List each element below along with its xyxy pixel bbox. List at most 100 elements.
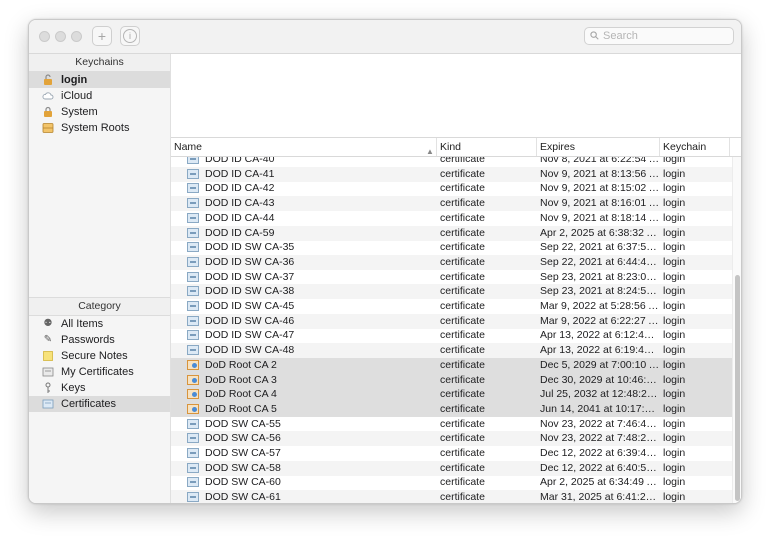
cell-keychain: login — [663, 417, 686, 430]
keychain-system-label: System — [61, 106, 98, 118]
category-certificates-label: Certificates — [61, 398, 117, 410]
cell-name: DOD ID CA-41 — [205, 167, 275, 180]
cell-name: DOD ID CA-44 — [205, 211, 275, 224]
root-certificate-icon — [187, 389, 199, 400]
cell-keychain: login — [663, 226, 686, 239]
add-item-button[interactable]: + — [92, 26, 112, 46]
cell-keychain: login — [663, 314, 686, 327]
table-row[interactable]: DOD ID CA-44 certificate Nov 9, 2021 at 8:… — [171, 211, 732, 226]
cell-kind: certificate — [440, 358, 485, 371]
cell-keychain: login — [663, 197, 686, 210]
table-row[interactable]: DoD Root CA 3 certificate Dec 30, 2029 at … — [171, 372, 732, 388]
minimize-window-button[interactable] — [55, 31, 66, 42]
certificate-icon — [187, 157, 199, 164]
table-row[interactable]: DOD ID CA-43 certificate Nov 9, 2021 at 8:… — [171, 196, 732, 212]
get-info-button[interactable]: i — [120, 26, 140, 46]
table-row[interactable]: DOD ID SW CA-35 certificate Sep 22, 2021 a… — [171, 240, 732, 255]
my-certificate-icon — [42, 366, 54, 378]
root-certificate-icon — [187, 374, 199, 385]
keychain-system-roots[interactable]: System Roots — [29, 120, 170, 136]
table-row[interactable]: DOD SW CA-57 certificate Dec 12, 2022 at 6… — [171, 446, 732, 461]
table-row[interactable]: DOD SW CA-55 certificate Nov 23, 2022 at 7… — [171, 417, 732, 432]
table-row[interactable]: DOD ID SW CA-38 certificate Sep 23, 2021 a… — [171, 284, 732, 300]
table-row[interactable]: DOD ID SW CA-46 certificate Mar 9, 2022 at… — [171, 313, 732, 329]
scrollbar-thumb[interactable] — [735, 275, 740, 501]
cell-kind: certificate — [440, 300, 485, 312]
category-secure-notes[interactable]: Secure Notes — [29, 348, 170, 364]
category-keys[interactable]: Keys — [29, 380, 170, 396]
cell-kind: certificate — [440, 197, 485, 210]
cell-keychain: login — [663, 157, 686, 165]
sidebar: Keychains login iCloud System System Roo… — [29, 54, 171, 503]
certificate-icon — [187, 330, 199, 341]
cell-expires: Sep 22, 2021 at 6:37:50... — [540, 241, 660, 254]
cell-name: DOD ID CA-59 — [205, 226, 275, 239]
table-row[interactable]: DOD ID SW CA-36 certificate Sep 22, 2021 a… — [171, 254, 732, 270]
table-row[interactable]: DOD ID CA-59 certificate Apr 2, 2025 at 6:… — [171, 225, 732, 241]
cell-kind: certificate — [440, 255, 485, 268]
keychain-login[interactable]: login — [29, 72, 170, 88]
item-detail-pane — [171, 54, 741, 138]
column-header-keychain[interactable]: Keychain — [660, 138, 730, 156]
certificate-icon — [187, 492, 199, 503]
keychain-system[interactable]: System — [29, 104, 170, 120]
cell-expires: Mar 9, 2022 at 6:22:27 AM — [540, 314, 660, 327]
cell-expires: Nov 9, 2021 at 8:16:01 AM — [540, 197, 660, 210]
cell-expires: Mar 9, 2022 at 5:28:56 AM — [540, 300, 660, 312]
cell-name: DOD ID CA-43 — [205, 197, 275, 210]
search-input[interactable] — [603, 28, 731, 44]
certificate-icon — [187, 301, 199, 311]
table-row[interactable]: DOD SW CA-58 certificate Dec 12, 2022 at 6… — [171, 460, 732, 476]
table-row[interactable]: DOD SW CA-60 certificate Apr 2, 2025 at 6:… — [171, 475, 732, 490]
table-row[interactable]: DOD ID CA-42 certificate Nov 9, 2021 at 8:… — [171, 181, 732, 196]
note-icon — [42, 350, 54, 362]
certificate-icon — [187, 462, 199, 473]
cell-name: DOD ID SW CA-38 — [205, 285, 295, 298]
close-window-button[interactable] — [39, 31, 50, 42]
column-header-expires[interactable]: Expires — [537, 138, 660, 156]
column-header-name[interactable]: Name ▲ — [171, 138, 437, 156]
cell-name: DoD Root CA 5 — [205, 402, 277, 415]
table-row[interactable]: DOD ID SW CA-48 certificate Apr 13, 2022 a… — [171, 343, 732, 359]
table-row[interactable]: DOD SW CA-56 certificate Nov 23, 2022 at 7… — [171, 431, 732, 447]
column-header-kind[interactable]: Kind — [437, 138, 537, 156]
table-row[interactable]: DOD ID SW CA-37 certificate Sep 23, 2021 a… — [171, 270, 732, 285]
lock-open-icon — [42, 74, 54, 86]
category-certificates[interactable]: Certificates — [29, 396, 170, 412]
cell-name: DOD SW CA-58 — [205, 461, 281, 474]
category-my-certificates[interactable]: My Certificates — [29, 364, 170, 380]
search-field[interactable] — [584, 27, 734, 45]
cell-expires: Sep 22, 2021 at 6:44:42... — [540, 255, 660, 268]
keychains-header: Keychains — [29, 54, 170, 72]
cell-kind: certificate — [440, 402, 485, 415]
category-passwords-label: Passwords — [61, 334, 115, 346]
vertical-scrollbar[interactable] — [732, 157, 741, 503]
cell-kind: certificate — [440, 344, 485, 357]
cell-kind: certificate — [440, 285, 485, 298]
table-row[interactable]: DoD Root CA 5 certificate Jun 14, 2041 at … — [171, 401, 732, 417]
cell-expires: Dec 30, 2029 at 10:46:41... — [540, 373, 660, 386]
zoom-window-button[interactable] — [71, 31, 82, 42]
cell-name: DOD ID SW CA-48 — [205, 344, 295, 357]
table-row[interactable]: DOD SW CA-61 certificate Mar 31, 2025 at 6… — [171, 490, 732, 503]
table-row[interactable]: DOD ID CA-40 certificate Nov 8, 2021 at 6:… — [171, 157, 732, 167]
items-list: Name ▲ Kind Expires Keychain DOD ID CA-4… — [171, 138, 741, 503]
keychain-icloud-label: iCloud — [61, 90, 93, 102]
keychain-icloud[interactable]: iCloud — [29, 88, 170, 104]
table-row[interactable]: DoD Root CA 4 certificate Jul 25, 2032 at … — [171, 387, 732, 403]
category-passwords[interactable]: ✎ Passwords — [29, 332, 170, 348]
cell-name: DOD SW CA-60 — [205, 476, 281, 489]
items-rows: DOD ID CA-40 certificate Nov 8, 2021 at 6:… — [171, 157, 732, 503]
table-row[interactable]: DoD Root CA 2 certificate Dec 5, 2029 at 7… — [171, 357, 732, 373]
table-row[interactable]: DOD ID SW CA-47 certificate Apr 13, 2022 a… — [171, 328, 732, 343]
cell-name: DoD Root CA 4 — [205, 388, 277, 401]
category-all-items[interactable]: ⚉ All Items — [29, 316, 170, 332]
cell-name: DOD SW CA-61 — [205, 491, 281, 503]
table-row[interactable]: DOD ID CA-41 certificate Nov 9, 2021 at 8:… — [171, 166, 732, 182]
table-row[interactable]: DOD ID SW CA-45 certificate Mar 9, 2022 at… — [171, 299, 732, 314]
category-all-items-label: All Items — [61, 318, 104, 330]
title-bar: + i — [29, 20, 741, 54]
cabinet-icon — [42, 122, 54, 134]
cell-name: DOD SW CA-56 — [205, 432, 281, 445]
column-header-bar: Name ▲ Kind Expires Keychain — [171, 138, 741, 157]
